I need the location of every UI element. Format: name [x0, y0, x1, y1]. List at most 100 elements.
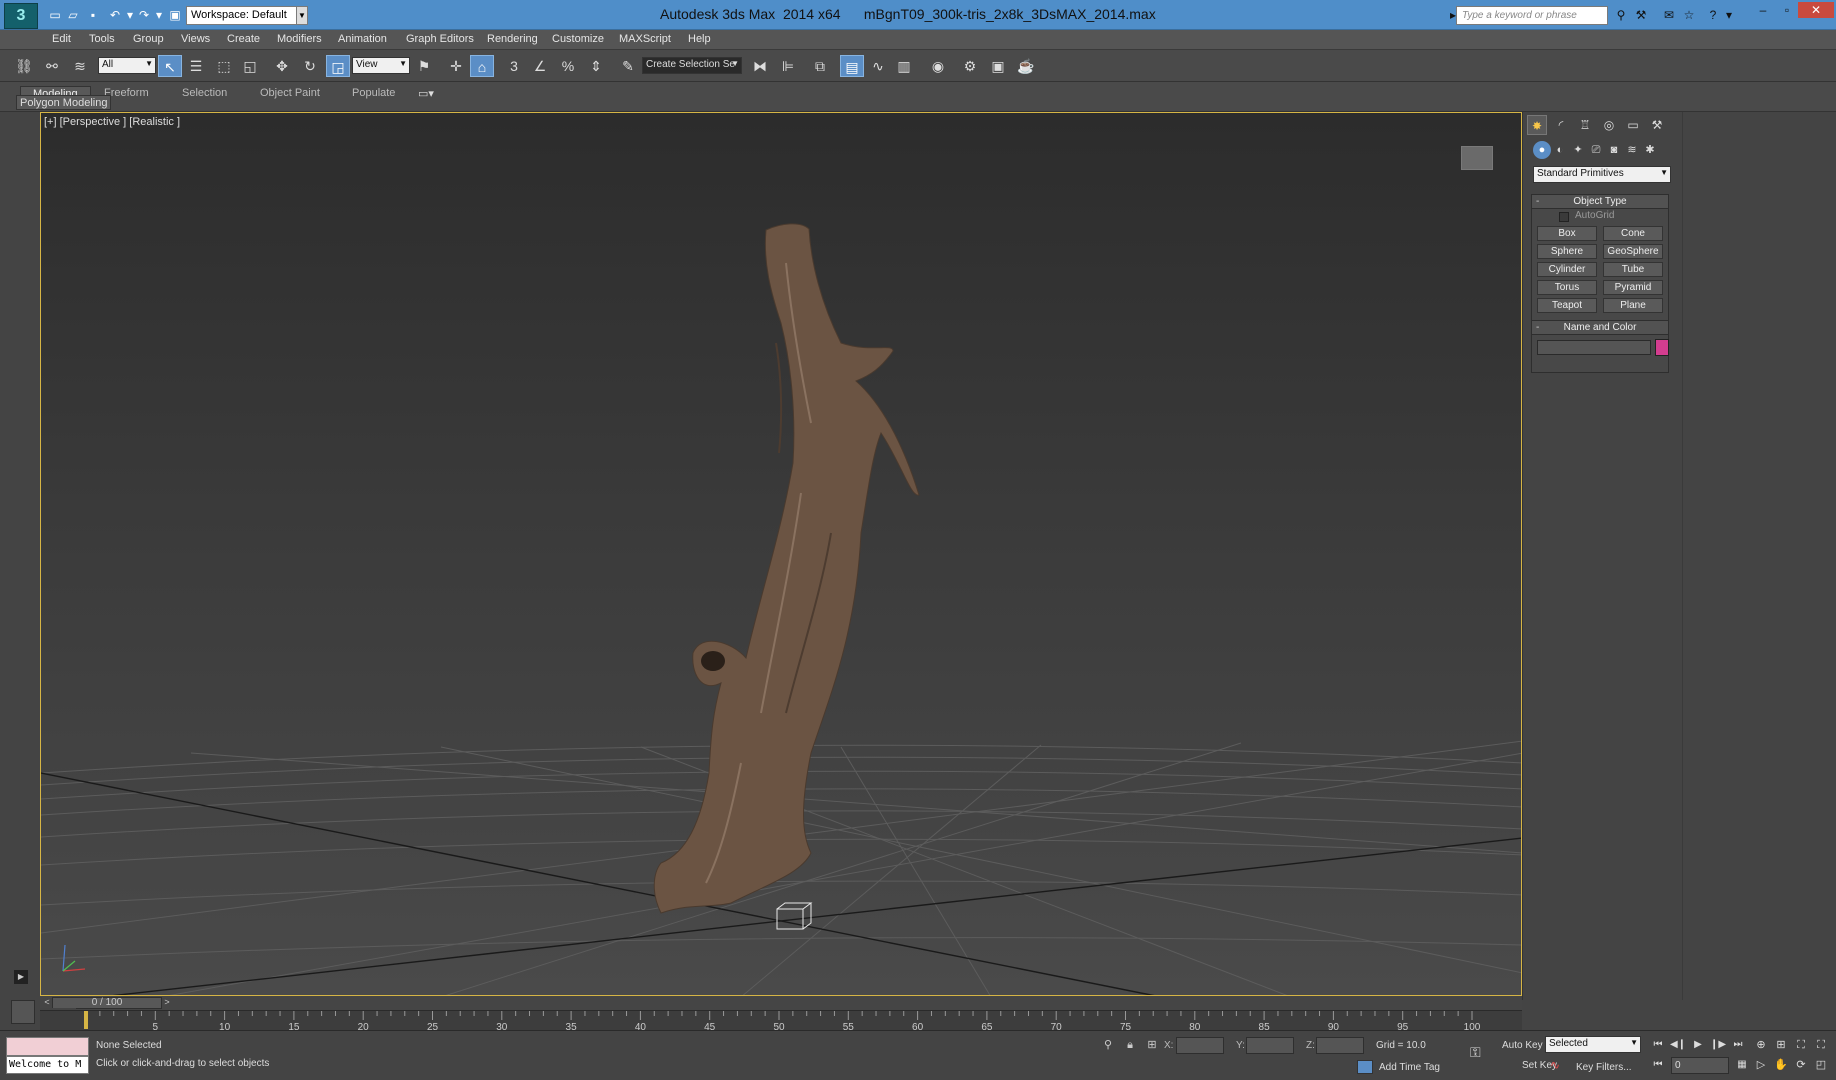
- spacewarps-category-icon[interactable]: ≋: [1623, 141, 1641, 159]
- geometry-category-icon[interactable]: ●: [1533, 141, 1551, 159]
- object-name-input[interactable]: [1537, 340, 1651, 355]
- search-input[interactable]: Type a keyword or phrase: [1456, 6, 1608, 25]
- window-crossing-icon[interactable]: ◱: [238, 55, 262, 77]
- display-panel-tab[interactable]: ▭: [1623, 115, 1643, 135]
- project-folder-icon[interactable]: ▣: [166, 7, 184, 23]
- app-logo-icon[interactable]: 3: [4, 3, 38, 29]
- menu-animation[interactable]: Animation: [338, 33, 387, 45]
- key-filters-button[interactable]: Key Filters...: [1576, 1062, 1632, 1073]
- align-icon[interactable]: ⊫: [776, 55, 800, 77]
- shapes-category-icon[interactable]: ◐: [1551, 141, 1569, 159]
- time-tag-icon[interactable]: [1357, 1060, 1373, 1074]
- tube-button[interactable]: Tube: [1603, 262, 1663, 277]
- menu-help[interactable]: Help: [688, 33, 711, 45]
- select-by-name-icon[interactable]: ☰: [184, 55, 208, 77]
- maxscript-listener-input[interactable]: Welcome to M: [6, 1056, 89, 1074]
- tree-trunk-model[interactable]: [653, 223, 920, 914]
- motion-panel-tab[interactable]: ◎: [1599, 115, 1619, 135]
- go-to-start-icon[interactable]: ⏮: [1648, 1036, 1668, 1054]
- chevron-down-icon[interactable]: ▼: [296, 6, 308, 25]
- box-button[interactable]: Box: [1537, 226, 1597, 241]
- set-keys-key-icon[interactable]: ⚿: [1470, 1044, 1494, 1062]
- menu-graph-editors[interactable]: Graph Editors: [406, 33, 474, 45]
- maximize-viewport-icon[interactable]: ◰: [1812, 1056, 1830, 1074]
- create-panel-tab[interactable]: ✸: [1527, 115, 1547, 135]
- mirror-icon[interactable]: ⧓: [748, 55, 772, 77]
- teapot-button[interactable]: Teapot: [1537, 298, 1597, 313]
- key-mode-toggle-icon[interactable]: ⏮: [1648, 1056, 1668, 1074]
- minimize-button[interactable]: –: [1752, 2, 1774, 18]
- systems-category-icon[interactable]: ✱: [1641, 141, 1659, 159]
- polygon-modeling-panel-label[interactable]: Polygon Modeling: [16, 95, 112, 110]
- zoom-extents-icon[interactable]: ⛶: [1792, 1036, 1810, 1054]
- play-icon[interactable]: ▶: [1688, 1036, 1708, 1054]
- object-color-swatch[interactable]: [1655, 339, 1669, 356]
- go-to-end-icon[interactable]: ⏭: [1728, 1036, 1748, 1054]
- favorites-star-icon[interactable]: ☆: [1680, 7, 1698, 23]
- default-in-out-tangent-icon[interactable]: ∿: [1546, 1058, 1564, 1076]
- torus-button[interactable]: Torus: [1537, 280, 1597, 295]
- zoom-icon[interactable]: ⊕: [1752, 1036, 1770, 1054]
- material-editor-icon[interactable]: ◉: [926, 55, 950, 77]
- zoom-all-icon[interactable]: ⊞: [1772, 1036, 1790, 1054]
- x-coordinate-field[interactable]: [1176, 1037, 1224, 1054]
- track-bar[interactable]: 5 10 15 20 25 30 35 40 45 50 55 60 65 70 75 80 85 90 95 100: [40, 1010, 1522, 1033]
- move-icon[interactable]: ✥: [270, 55, 294, 77]
- menu-group[interactable]: Group: [133, 33, 164, 45]
- z-coordinate-field[interactable]: [1316, 1037, 1364, 1054]
- current-frame-field[interactable]: 0: [1671, 1057, 1729, 1074]
- menu-customize[interactable]: Customize: [552, 33, 604, 45]
- selection-filter-dropdown[interactable]: All ▼: [98, 57, 156, 74]
- angle-snap-icon[interactable]: ∠: [528, 55, 552, 77]
- save-file-icon[interactable]: ▪: [84, 7, 102, 23]
- lights-category-icon[interactable]: ✦: [1569, 141, 1587, 159]
- plane-button[interactable]: Plane: [1603, 298, 1663, 313]
- object-type-rollout-header[interactable]: - Object Type: [1531, 194, 1669, 209]
- selection-region-icon[interactable]: ⬚: [212, 55, 236, 77]
- select-manipulate-icon[interactable]: ✛: [444, 55, 468, 77]
- cylinder-button[interactable]: Cylinder: [1537, 262, 1597, 277]
- modify-panel-tab[interactable]: ◜: [1551, 115, 1571, 135]
- field-of-view-icon[interactable]: ▷: [1752, 1056, 1770, 1074]
- unlink-icon[interactable]: ⚯: [40, 55, 64, 77]
- communication-icon[interactable]: ✉: [1660, 7, 1678, 23]
- menu-views[interactable]: Views: [181, 33, 210, 45]
- cone-button[interactable]: Cone: [1603, 226, 1663, 241]
- open-file-icon[interactable]: ▱: [64, 7, 82, 23]
- close-button[interactable]: ✕: [1798, 2, 1834, 18]
- workspace-dropdown[interactable]: Workspace: Default: [186, 6, 308, 25]
- edit-named-selection-icon[interactable]: ✎: [616, 55, 640, 77]
- link-icon[interactable]: ⛓: [12, 55, 36, 77]
- scale-icon[interactable]: ◲: [326, 55, 350, 77]
- menu-create[interactable]: Create: [227, 33, 260, 45]
- absolute-mode-icon[interactable]: ⊞: [1144, 1036, 1160, 1054]
- menu-modifiers[interactable]: Modifiers: [277, 33, 322, 45]
- subscription-icon[interactable]: ⚒: [1632, 7, 1650, 23]
- schematic-view-icon[interactable]: ▥: [892, 55, 916, 77]
- select-object-icon[interactable]: ↖: [158, 55, 182, 77]
- viewport-label[interactable]: [+] [Perspective ] [Realistic ]: [44, 116, 180, 128]
- render-setup-icon[interactable]: ⚙: [958, 55, 982, 77]
- maximize-button[interactable]: ▫: [1776, 2, 1798, 18]
- autogrid-checkbox[interactable]: [1559, 212, 1569, 222]
- isolate-selection-icon[interactable]: ⚲: [1100, 1036, 1116, 1054]
- rotate-icon[interactable]: ↻: [298, 55, 322, 77]
- percent-snap-icon[interactable]: %: [556, 55, 580, 77]
- tab-object-paint[interactable]: Object Paint: [248, 86, 332, 101]
- add-time-tag-button[interactable]: Add Time Tag: [1379, 1062, 1440, 1073]
- rendered-frame-window-icon[interactable]: ▣: [986, 55, 1010, 77]
- snaps-toggle-icon[interactable]: 3: [502, 55, 526, 77]
- layer-manager-icon[interactable]: ⧉: [808, 55, 832, 77]
- key-selection-set-dropdown[interactable]: Selected ▼: [1545, 1036, 1641, 1053]
- time-slider-track[interactable]: [40, 996, 1522, 1010]
- tab-populate[interactable]: Populate: [340, 86, 407, 101]
- next-frame-icon[interactable]: ❙▶: [1708, 1036, 1728, 1054]
- render-production-icon[interactable]: ☕: [1014, 55, 1038, 77]
- pyramid-button[interactable]: Pyramid: [1603, 280, 1663, 295]
- hierarchy-panel-tab[interactable]: ♖: [1575, 115, 1595, 135]
- orbit-icon[interactable]: ⟳: [1792, 1056, 1810, 1074]
- viewcube-icon[interactable]: [1461, 146, 1493, 170]
- zoom-extents-all-icon[interactable]: ⛶: [1812, 1036, 1830, 1054]
- geosphere-button[interactable]: GeoSphere: [1603, 244, 1663, 259]
- mini-curve-editor-toggle[interactable]: [11, 1000, 35, 1024]
